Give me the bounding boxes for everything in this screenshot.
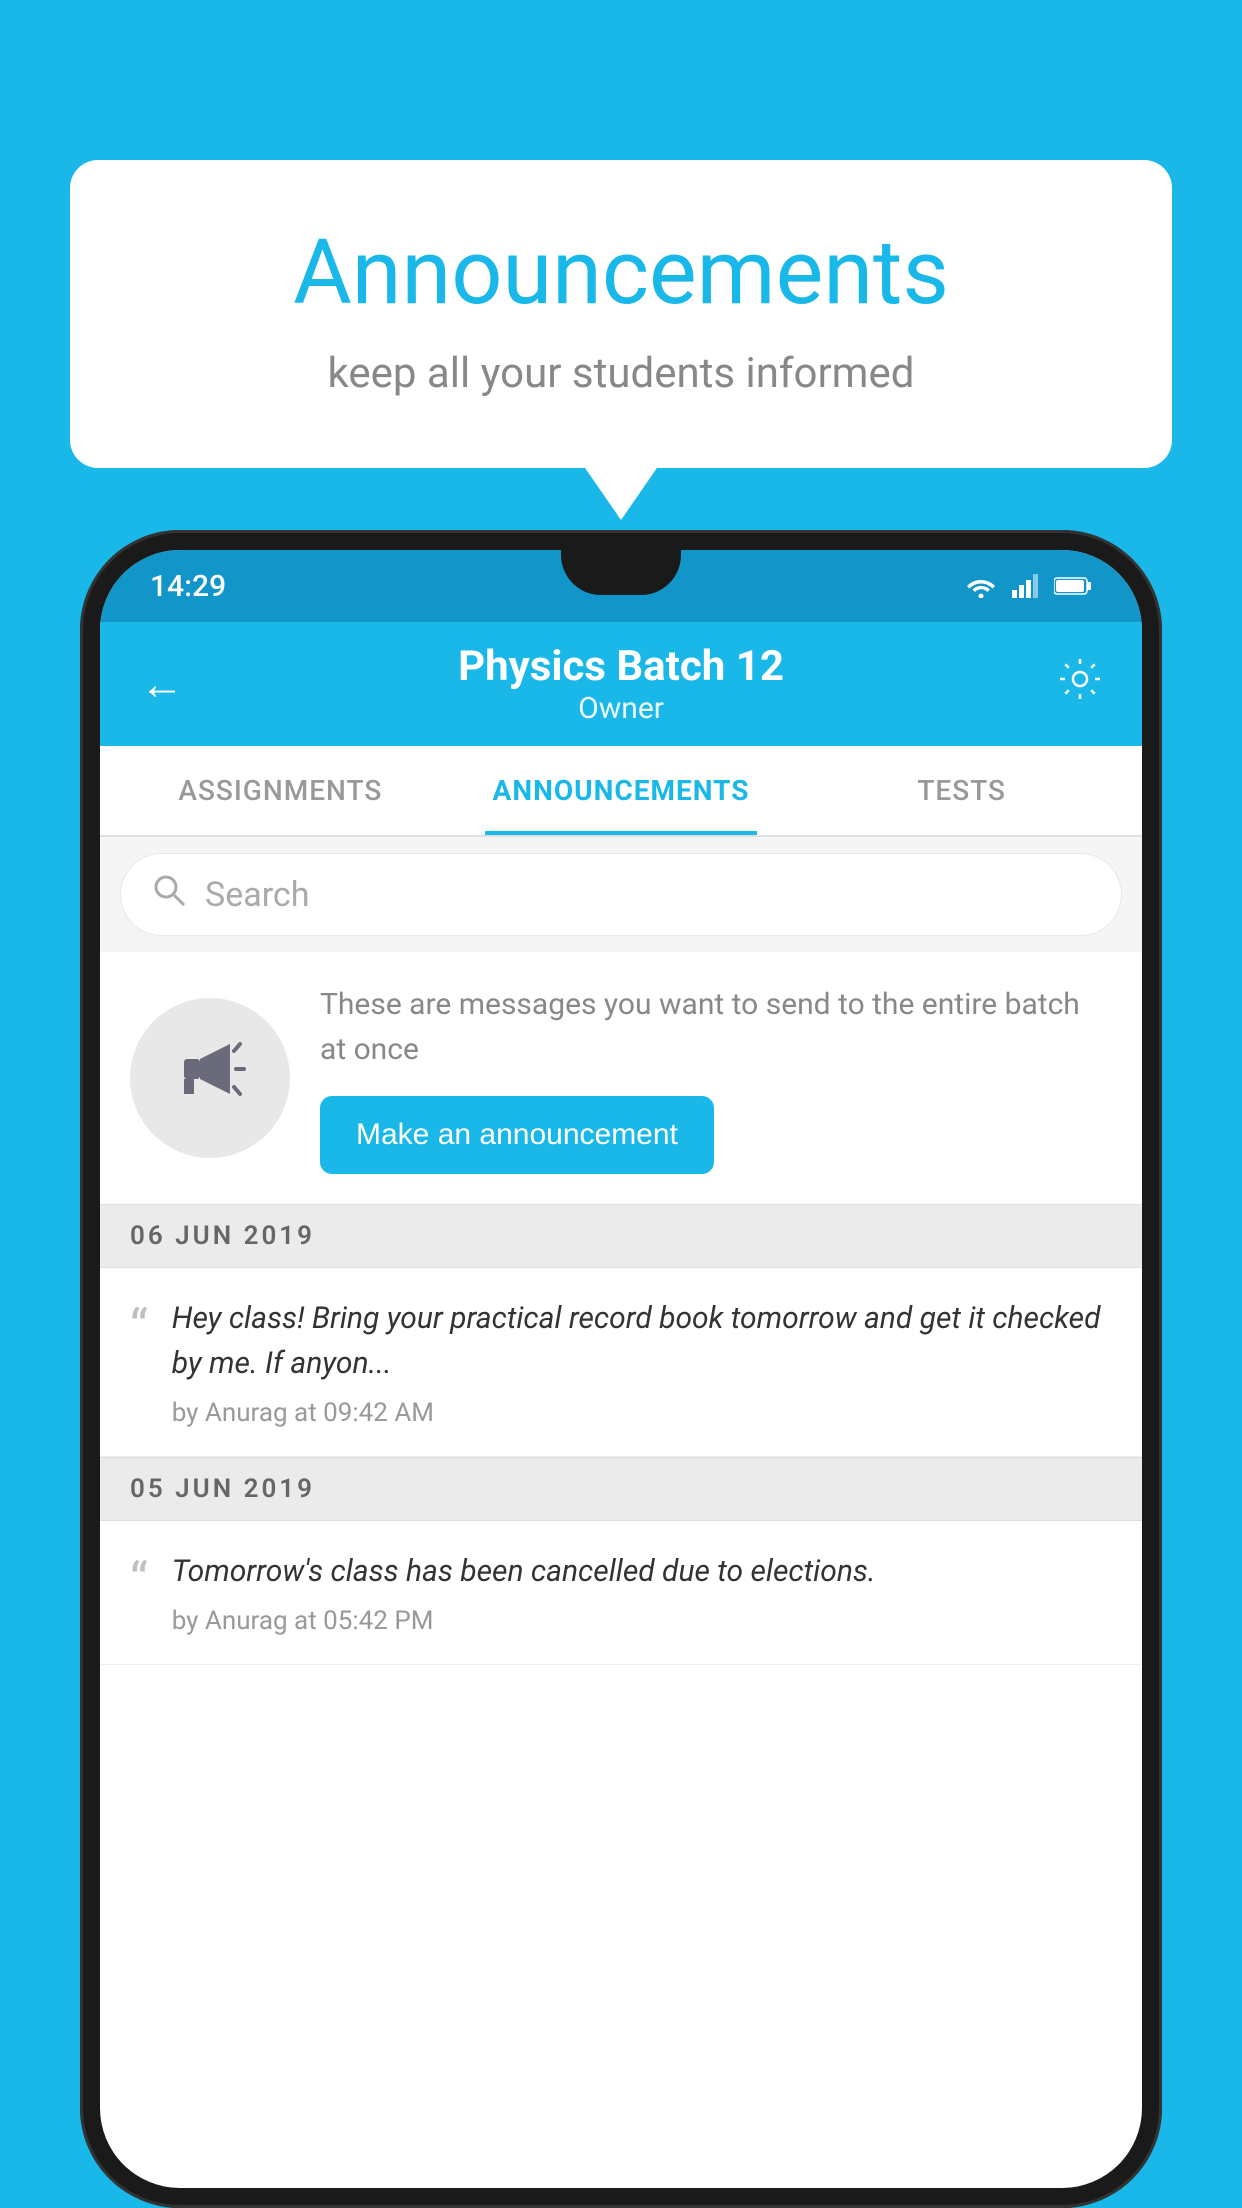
announcement-body-1: Hey class! Bring your practical record b… [172,1296,1112,1428]
announcement-item-2[interactable]: “ Tomorrow's class has been cancelled du… [100,1521,1142,1665]
app-header: ← Physics Batch 12 Owner [100,622,1142,746]
announcement-text-area: These are messages you want to send to t… [320,982,1112,1174]
settings-button[interactable] [1058,657,1102,712]
speech-bubble-container: Announcements keep all your students inf… [70,160,1172,468]
search-bar[interactable]: Search [120,853,1122,936]
notch [561,550,681,595]
date-header-2: 05 JUN 2019 [100,1457,1142,1521]
phone-frame: 14:29 [80,530,1162,2208]
announcement-body-2: Tomorrow's class has been cancelled due … [172,1549,1112,1636]
quote-icon-1: “ [130,1300,148,1358]
speech-bubble-subtitle: keep all your students informed [150,349,1092,398]
announcement-promo: These are messages you want to send to t… [100,952,1142,1204]
signal-icon [1012,574,1040,598]
megaphone-icon [170,1029,250,1127]
announcement-icon-circle [130,998,290,1158]
wifi-icon [964,574,998,598]
status-icons [964,574,1092,598]
search-icon [151,872,187,917]
status-bar: 14:29 [100,550,1142,622]
make-announcement-button[interactable]: Make an announcement [320,1096,714,1174]
tabs-container: ASSIGNMENTS ANNOUNCEMENTS TESTS [100,746,1142,837]
header-center: Physics Batch 12 Owner [458,642,784,726]
phone-container: 14:29 [80,530,1162,2208]
time-display: 14:29 [150,569,226,604]
header-subtitle: Owner [458,691,784,726]
battery-icon [1054,576,1092,596]
announcement-description: These are messages you want to send to t… [320,982,1112,1072]
search-placeholder: Search [205,875,309,915]
back-button[interactable]: ← [140,658,184,710]
speech-bubble-title: Announcements [150,220,1092,325]
quote-icon-2: “ [130,1553,148,1611]
speech-bubble: Announcements keep all your students inf… [70,160,1172,468]
tab-announcements[interactable]: ANNOUNCEMENTS [451,746,792,835]
header-title: Physics Batch 12 [458,642,784,691]
phone-screen: 14:29 [100,550,1142,2188]
announcement-item-1[interactable]: “ Hey class! Bring your practical record… [100,1268,1142,1457]
announcement-meta-2: by Anurag at 05:42 PM [172,1606,1112,1636]
tab-assignments[interactable]: ASSIGNMENTS [110,746,451,835]
announcement-meta-1: by Anurag at 09:42 AM [172,1398,1112,1428]
tab-tests[interactable]: TESTS [791,746,1132,835]
date-header-1: 06 JUN 2019 [100,1204,1142,1268]
content-area: Search [100,837,1142,1665]
announcement-message-1: Hey class! Bring your practical record b… [172,1296,1112,1386]
announcement-message-2: Tomorrow's class has been cancelled due … [172,1549,1112,1594]
